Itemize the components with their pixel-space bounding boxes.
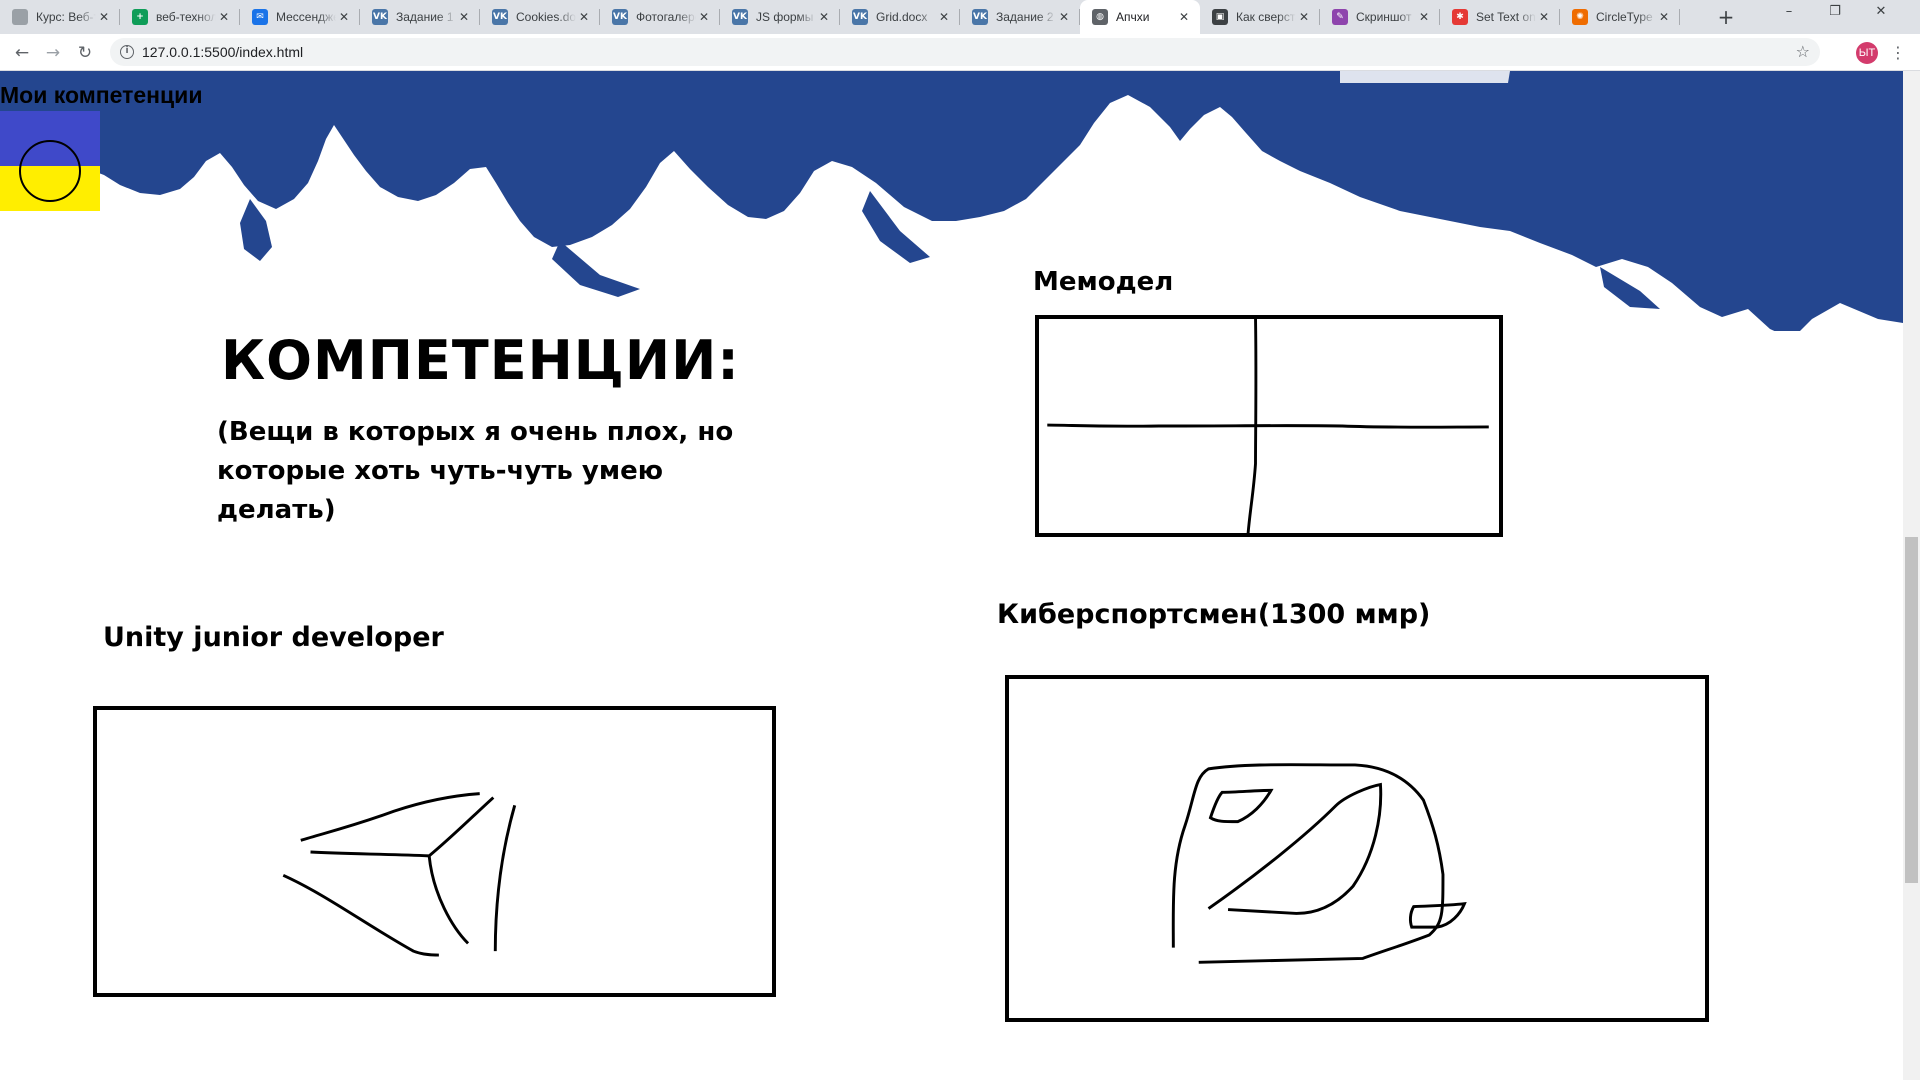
memodel-sketch <box>1035 315 1503 537</box>
close-window-button[interactable]: ✕ <box>1858 0 1904 30</box>
vk-icon: VK <box>612 9 628 25</box>
esport-title: Киберспортсмен(1300 ммр) <box>997 599 1431 630</box>
tab-title: веб-технологии <box>156 10 216 24</box>
star-burst-icon: ✱ <box>1452 9 1468 25</box>
scrollbar-thumb[interactable] <box>1905 537 1918 883</box>
tab-title: Фотогалерея <box>636 10 696 24</box>
globe-icon <box>12 9 28 25</box>
unity-drawing <box>282 792 517 957</box>
tab-title: Set Text on <box>1476 10 1536 24</box>
browser-window: Курс: Веб-технологии✕+веб-технологии✕✉Ме… <box>0 0 1920 1080</box>
tab-title: Как сверстать <box>1236 10 1296 24</box>
tab-12[interactable]: ✱ Set Text on ✕ <box>1440 0 1560 34</box>
back-button[interactable]: ← <box>8 39 36 67</box>
tab-title: Апчхи <box>1116 10 1150 24</box>
browser-menu-icon[interactable]: ⋮ <box>1886 39 1910 67</box>
tab-close-icon[interactable]: ✕ <box>1656 9 1672 25</box>
new-tab-button[interactable]: + <box>1712 4 1740 30</box>
tab-2[interactable]: ✉ Мессенджер✕ <box>240 0 360 34</box>
tab-13[interactable]: ✺ CircleType ✕ <box>1560 0 1680 34</box>
url-text[interactable]: 127.0.0.1:5500/index.html <box>142 38 303 66</box>
profile-avatar[interactable]: ЫТ <box>1856 42 1878 64</box>
messenger-icon: ✉ <box>252 9 268 25</box>
forward-button[interactable]: → <box>39 39 67 67</box>
reload-button[interactable]: ↻ <box>71 39 99 67</box>
info-icon[interactable]: i <box>120 45 134 59</box>
vk-icon: VK <box>492 9 508 25</box>
tab-title: Cookies.docx <box>516 10 576 24</box>
vk-icon: VK <box>732 9 748 25</box>
sheets-icon: + <box>132 9 148 25</box>
tab-close-icon[interactable]: ✕ <box>1416 9 1432 25</box>
competences-subtitle: (Вещи в которых я очень плох, но которые… <box>217 417 734 525</box>
unity-title: Unity junior developer <box>103 622 444 653</box>
header-paint-art <box>0 71 1903 331</box>
memodel-title: Мемодел <box>1033 267 1174 297</box>
tab-title: Скриншот <box>1356 10 1412 24</box>
tab-11[interactable]: ✎ Скриншот ✕ <box>1320 0 1440 34</box>
tab-close-icon[interactable]: ✕ <box>96 9 112 25</box>
tab-title: Задание 2 <box>996 10 1054 24</box>
tab-title: Мессенджер <box>276 10 336 24</box>
competences-title: КОМПЕТЕНЦИИ: <box>221 329 740 392</box>
tab-strip: Курс: Веб-технологии✕+веб-технологии✕✉Ме… <box>0 0 1920 34</box>
vk-icon: VK <box>972 9 988 25</box>
memodel-drawing <box>1047 319 1489 533</box>
tab-8[interactable]: VK Задание 2 ✕ <box>960 0 1080 34</box>
paint-drip-shape <box>240 199 272 261</box>
page-icon: ▣ <box>1212 9 1228 25</box>
tab-close-icon[interactable]: ✕ <box>336 9 352 25</box>
circle-dots-icon: ✺ <box>1572 9 1588 25</box>
tab-title: Grid.docx <box>876 10 928 24</box>
paint-drip-shape <box>552 241 640 297</box>
tab-6[interactable]: VK JS формы ✕ <box>720 0 840 34</box>
globe-icon: ◍ <box>1092 9 1108 25</box>
tab-5[interactable]: VK Фотогалерея✕ <box>600 0 720 34</box>
bookmark-star-icon[interactable]: ☆ <box>1796 38 1810 66</box>
page-scrollbar[interactable] <box>1903 71 1920 1080</box>
tab-close-icon[interactable]: ✕ <box>1176 9 1192 25</box>
tab-title: CircleType <box>1596 10 1653 24</box>
tab-close-icon[interactable]: ✕ <box>936 9 952 25</box>
tab-close-icon[interactable]: ✕ <box>1056 9 1072 25</box>
pen-icon: ✎ <box>1332 9 1348 25</box>
tab-7[interactable]: VK Grid.docx ✕ <box>840 0 960 34</box>
tab-title: JS формы <box>756 10 814 24</box>
browser-toolbar: ← → ↻ i 127.0.0.1:5500/index.html ☆ ЫТ ⋮ <box>0 34 1920 71</box>
paint-highlight-shape <box>1340 71 1510 83</box>
tab-title: Курс: Веб-технологии <box>36 10 96 24</box>
vk-icon: VK <box>852 9 868 25</box>
tab-close-icon[interactable]: ✕ <box>1536 9 1552 25</box>
tab-close-icon[interactable]: ✕ <box>216 9 232 25</box>
vk-icon: VK <box>372 9 388 25</box>
paint-drip-shape <box>1600 267 1660 309</box>
esport-sketch <box>1005 675 1709 1022</box>
site-title: Мои компетенции <box>0 82 203 108</box>
page-viewport: Мои компетенции КОМПЕТЕНЦИИ: (Вещи в кот… <box>0 71 1920 1080</box>
tab-10[interactable]: ▣ Как сверстать✕ <box>1200 0 1320 34</box>
flag-circle <box>19 140 81 202</box>
unity-logo-sketch <box>93 706 776 997</box>
restore-button[interactable]: ❐ <box>1812 0 1858 30</box>
address-bar[interactable]: i 127.0.0.1:5500/index.html ☆ <box>110 38 1820 66</box>
tab-close-icon[interactable]: ✕ <box>816 9 832 25</box>
tab-close-icon[interactable]: ✕ <box>1296 9 1312 25</box>
tab-close-icon[interactable]: ✕ <box>696 9 712 25</box>
tab-close-icon[interactable]: ✕ <box>456 9 472 25</box>
tab-0[interactable]: Курс: Веб-технологии✕ <box>0 0 120 34</box>
esport-drawing <box>1171 763 1467 964</box>
tab-9[interactable]: ◍ Апчхи ✕ <box>1080 0 1200 34</box>
tab-title: Задание 1 <box>396 10 454 24</box>
tab-3[interactable]: VK Задание 1 ✕ <box>360 0 480 34</box>
minimize-button[interactable]: – <box>1766 0 1812 30</box>
tab-close-icon[interactable]: ✕ <box>576 9 592 25</box>
paint-highlight-shape <box>100 257 200 271</box>
tab-1[interactable]: + веб-технологии✕ <box>120 0 240 34</box>
flag-logo <box>0 111 100 211</box>
tab-4[interactable]: VK Cookies.docx✕ <box>480 0 600 34</box>
